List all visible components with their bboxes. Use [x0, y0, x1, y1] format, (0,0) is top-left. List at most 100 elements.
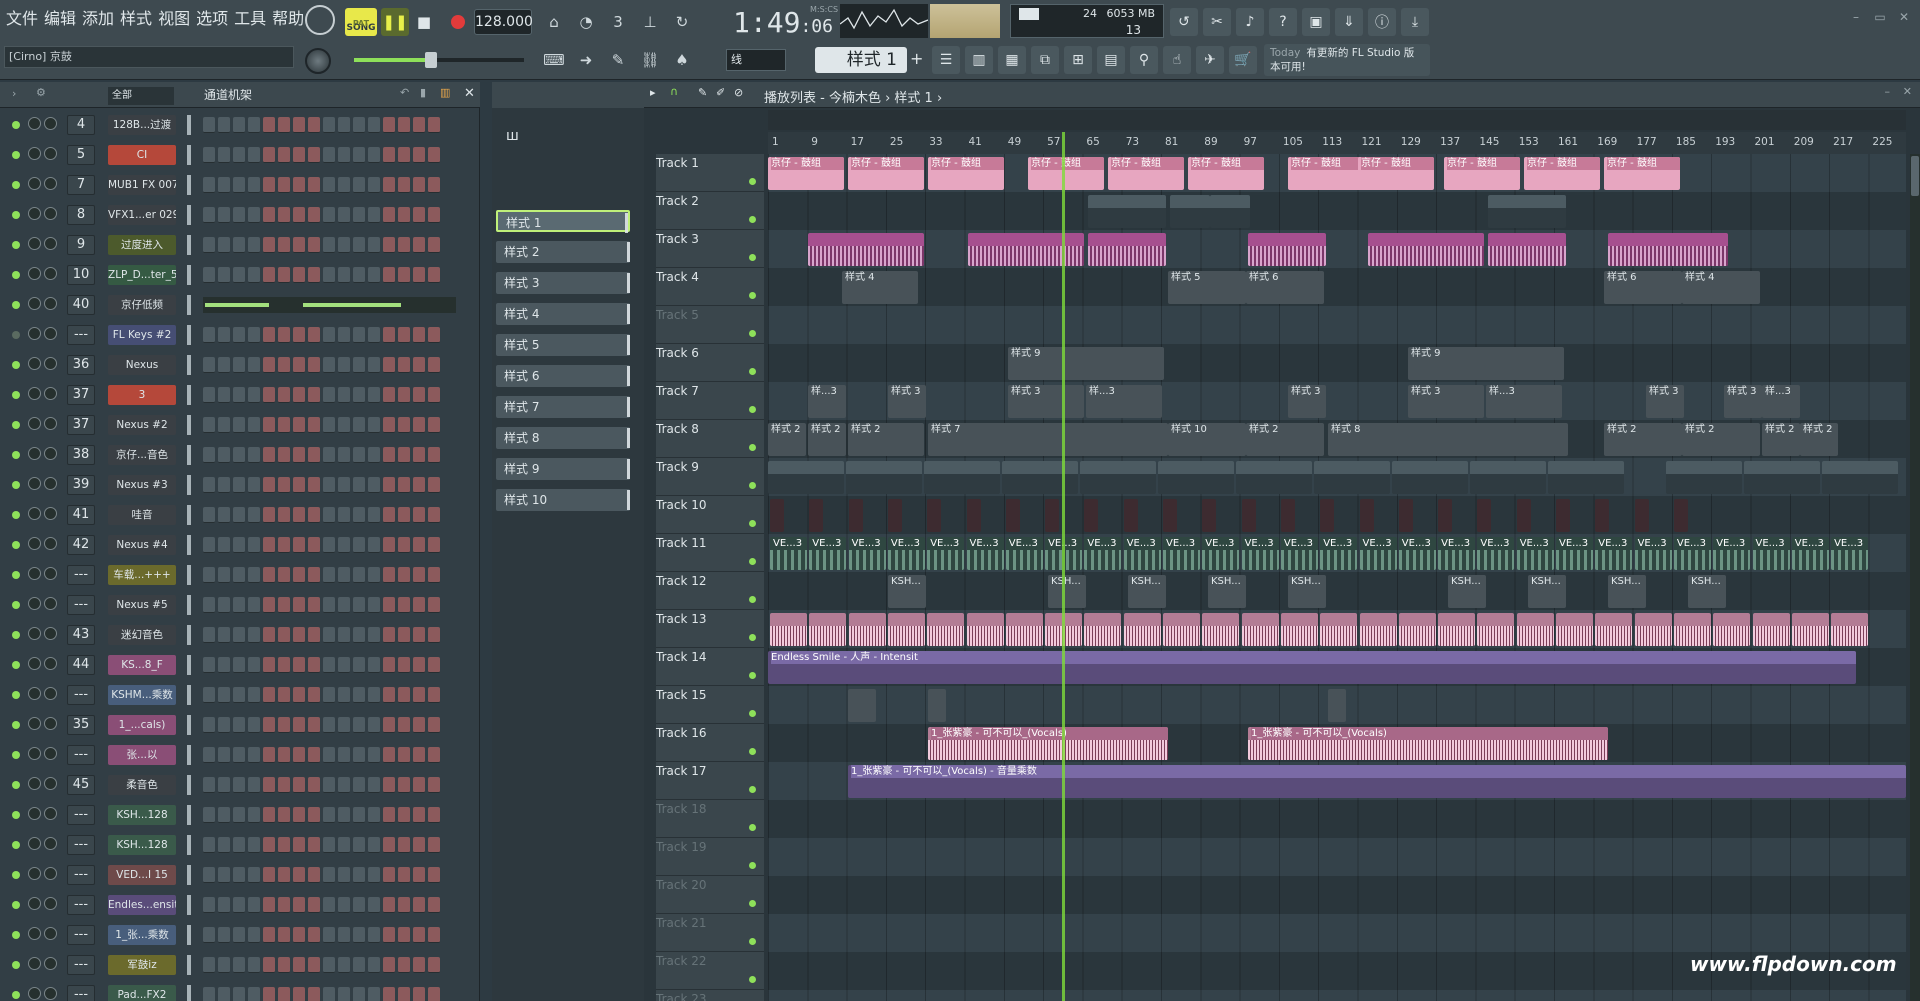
step-button[interactable]	[428, 447, 440, 463]
volume-knob-icon[interactable]	[44, 387, 57, 400]
step-button[interactable]	[368, 657, 380, 673]
track-mute-led[interactable]	[749, 634, 756, 641]
track-mute-led[interactable]	[749, 786, 756, 793]
playlist-clip[interactable]: VE...3	[1005, 537, 1043, 570]
step-button[interactable]	[233, 357, 245, 373]
channel-row[interactable]: --- 1_张...乘数	[0, 920, 480, 950]
step-button[interactable]	[263, 117, 275, 133]
master-volume-slider[interactable]	[354, 52, 524, 68]
mixer-track-number[interactable]: 36	[67, 355, 95, 375]
playlist-clip[interactable]: 样式 2	[1246, 423, 1324, 456]
step-button[interactable]	[398, 147, 410, 163]
step-button[interactable]	[428, 267, 440, 283]
step-button[interactable]	[323, 177, 335, 193]
download-button[interactable]: ⤓	[1401, 8, 1429, 36]
rack-options-icon[interactable]: ⚙	[36, 86, 46, 99]
mixer-track-number[interactable]: ---	[67, 325, 95, 345]
playlist-clip[interactable]	[1673, 613, 1711, 646]
channel-select-indicator[interactable]	[187, 985, 191, 1001]
track-header[interactable]: Track 11	[656, 534, 764, 572]
mixer-track-number[interactable]: 8	[67, 205, 95, 225]
channel-row[interactable]: --- KSHM...乘数	[0, 680, 480, 710]
step-button[interactable]	[338, 507, 350, 523]
channel-knobs[interactable]	[28, 477, 64, 491]
step-button[interactable]	[368, 447, 380, 463]
playlist-clip[interactable]: VE...3	[1398, 537, 1436, 570]
playlist-clip[interactable]: 京仔 - 鼓组	[1444, 157, 1520, 190]
playlist-clip[interactable]: KSH...	[1288, 575, 1326, 608]
step-button[interactable]	[263, 537, 275, 553]
track-header[interactable]: Track 2	[656, 192, 764, 230]
step-button[interactable]	[248, 927, 260, 943]
step-button[interactable]	[323, 117, 335, 133]
step-button[interactable]	[263, 777, 275, 793]
step-sequencer[interactable]	[203, 207, 458, 223]
step-button[interactable]	[203, 417, 215, 433]
step-button[interactable]	[263, 687, 275, 703]
step-button[interactable]	[308, 687, 320, 703]
channel-mute-led[interactable]	[12, 181, 20, 189]
step-button[interactable]	[413, 837, 425, 853]
step-button[interactable]	[428, 627, 440, 643]
master-volume-knob[interactable]	[305, 48, 331, 74]
step-button[interactable]	[428, 357, 440, 373]
pan-knob-icon[interactable]	[28, 297, 41, 310]
track-mute-led[interactable]	[749, 900, 756, 907]
playlist-clip[interactable]: KSH...	[1448, 575, 1486, 608]
step-button[interactable]	[338, 597, 350, 613]
playlist-clip[interactable]: 样式 3	[1646, 385, 1684, 418]
playlist-clip[interactable]: 样式 2	[848, 423, 924, 456]
step-button[interactable]	[368, 837, 380, 853]
pan-knob-icon[interactable]	[28, 417, 41, 430]
channel-knobs[interactable]	[28, 207, 64, 221]
step-button[interactable]	[293, 627, 305, 643]
step-button[interactable]	[428, 147, 440, 163]
step-button[interactable]	[233, 177, 245, 193]
step-button[interactable]	[428, 177, 440, 193]
step-button[interactable]	[323, 567, 335, 583]
playlist-clip[interactable]: VE...3	[927, 537, 965, 570]
track-mute-led[interactable]	[749, 558, 756, 565]
step-button[interactable]	[203, 807, 215, 823]
step-button[interactable]	[248, 177, 260, 193]
step-button[interactable]	[308, 447, 320, 463]
step-button[interactable]	[428, 207, 440, 223]
channel-select-indicator[interactable]	[187, 205, 191, 225]
playlist-clip[interactable]	[1634, 499, 1649, 532]
volume-knob-icon[interactable]	[44, 327, 57, 340]
channel-select-indicator[interactable]	[187, 505, 191, 525]
volume-knob-icon[interactable]	[44, 657, 57, 670]
channel-knobs[interactable]	[28, 177, 64, 191]
step-sequencer[interactable]	[203, 327, 458, 343]
track-mute-led[interactable]	[749, 444, 756, 451]
playlist-clip[interactable]: 样式 5	[1168, 271, 1246, 304]
channel-knobs[interactable]	[28, 117, 64, 131]
typing-keyboard-button[interactable]: ⌨	[540, 46, 568, 74]
playlist-clip[interactable]: ...toff	[1170, 195, 1210, 228]
playlist-grid[interactable]: 京仔 - 鼓组 京仔 - 鼓组 京仔 - 鼓组 京仔 - 鼓组 京仔 - 鼓组 京仔 - …	[768, 154, 1906, 1001]
step-button[interactable]	[338, 807, 350, 823]
step-button[interactable]	[233, 987, 245, 1001]
step-button[interactable]	[428, 387, 440, 403]
step-button[interactable]	[248, 597, 260, 613]
playlist-clip[interactable]	[1634, 613, 1672, 646]
channel-name-button[interactable]: Nexus #2	[108, 415, 176, 435]
track-mute-led[interactable]	[749, 254, 756, 261]
step-button[interactable]	[413, 867, 425, 883]
playlist-clip[interactable]: YY ba...l Cutoff	[1744, 461, 1820, 494]
step-button[interactable]	[263, 327, 275, 343]
menu-item-3[interactable]: 样式	[118, 6, 154, 32]
step-button[interactable]	[383, 177, 395, 193]
step-button[interactable]	[323, 387, 335, 403]
step-button[interactable]	[278, 477, 290, 493]
step-button[interactable]	[218, 417, 230, 433]
step-button[interactable]	[308, 537, 320, 553]
step-button[interactable]	[338, 117, 350, 133]
step-button[interactable]	[398, 507, 410, 523]
playlist-clip[interactable]	[1163, 499, 1177, 532]
step-button[interactable]	[218, 237, 230, 253]
playlist-clip[interactable]	[1438, 613, 1476, 646]
step-button[interactable]	[203, 327, 215, 343]
playlist-clip[interactable]: 样式 9	[1408, 347, 1564, 380]
step-button[interactable]	[398, 927, 410, 943]
